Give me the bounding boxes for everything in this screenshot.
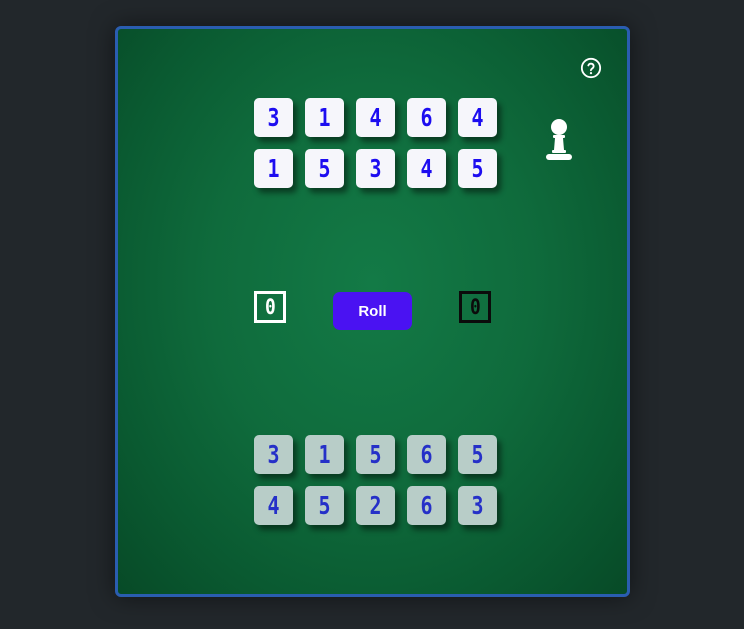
player-die[interactable]: 4 <box>254 486 293 525</box>
opponent-die: 1 <box>305 98 344 137</box>
opponent-die: 3 <box>254 98 293 137</box>
die-value: 6 <box>420 491 433 520</box>
player-score: 0 <box>264 295 276 319</box>
roll-button[interactable]: Roll <box>333 292 412 330</box>
die-value: 4 <box>471 103 484 132</box>
player-dice-grid: 3 1 5 6 5 4 5 2 6 3 <box>254 435 497 525</box>
player-die[interactable]: 2 <box>356 486 395 525</box>
opponent-die: 5 <box>305 149 344 188</box>
player-score-box: 0 <box>254 291 286 323</box>
opponent-die: 5 <box>458 149 497 188</box>
help-icon[interactable] <box>580 57 602 79</box>
die-value: 3 <box>267 440 280 469</box>
die-value: 3 <box>369 154 382 183</box>
opponent-die: 4 <box>356 98 395 137</box>
opponent-die: 6 <box>407 98 446 137</box>
opponent-score-box: 0 <box>459 291 491 323</box>
die-value: 3 <box>471 491 484 520</box>
player-die[interactable]: 6 <box>407 486 446 525</box>
opponent-die: 1 <box>254 149 293 188</box>
opponent-die: 3 <box>356 149 395 188</box>
die-value: 6 <box>420 440 433 469</box>
opponent-dice-grid: 3 1 4 6 4 1 5 3 4 5 <box>254 98 497 188</box>
die-value: 5 <box>318 154 331 183</box>
game-board: 3 1 4 6 4 1 5 3 4 5 0 Roll 0 3 1 5 6 5 4… <box>115 26 630 597</box>
player-die[interactable]: 5 <box>356 435 395 474</box>
player-die[interactable]: 6 <box>407 435 446 474</box>
player-die[interactable]: 1 <box>305 435 344 474</box>
die-value: 4 <box>267 491 280 520</box>
die-value: 5 <box>318 491 331 520</box>
opponent-die: 4 <box>407 149 446 188</box>
opponent-die: 4 <box>458 98 497 137</box>
pawn-icon <box>546 119 572 160</box>
die-value: 4 <box>420 154 433 183</box>
die-value: 1 <box>318 440 331 469</box>
die-value: 2 <box>369 491 382 520</box>
player-die[interactable]: 5 <box>305 486 344 525</box>
opponent-score: 0 <box>469 295 481 319</box>
die-value: 1 <box>318 103 331 132</box>
die-value: 3 <box>267 103 280 132</box>
die-value: 5 <box>471 440 484 469</box>
die-value: 6 <box>420 103 433 132</box>
die-value: 1 <box>267 154 280 183</box>
player-die[interactable]: 3 <box>254 435 293 474</box>
die-value: 5 <box>369 440 382 469</box>
die-value: 5 <box>471 154 484 183</box>
die-value: 4 <box>369 103 382 132</box>
player-die[interactable]: 3 <box>458 486 497 525</box>
player-die[interactable]: 5 <box>458 435 497 474</box>
